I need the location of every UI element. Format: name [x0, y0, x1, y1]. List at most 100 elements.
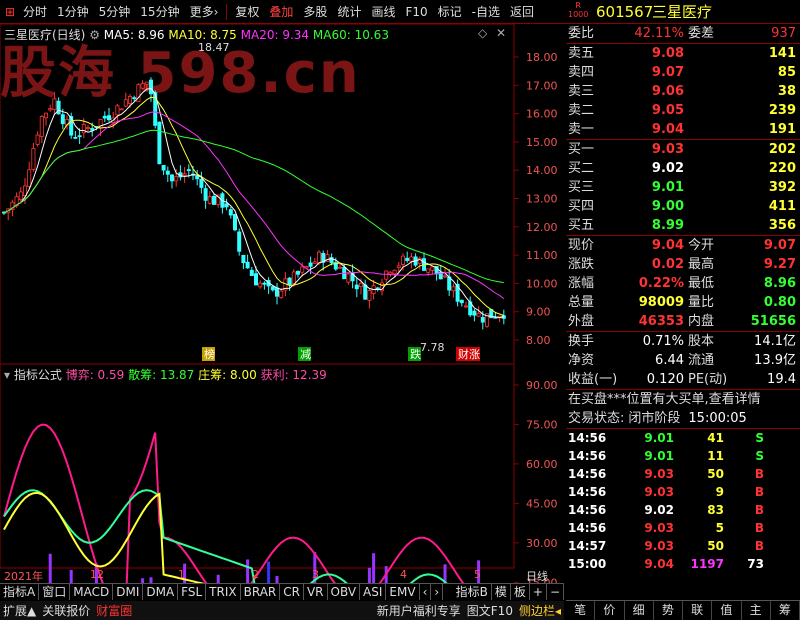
candle-body	[409, 256, 414, 262]
tab-15min[interactable]: 15分钟	[135, 0, 184, 24]
draw-line-button[interactable]: 画线	[366, 0, 400, 24]
indicator-tab[interactable]: MACD	[70, 584, 114, 600]
candle-body	[161, 165, 166, 171]
right-tab[interactable]: 主	[742, 601, 771, 620]
trade-status: 交易状态: 闭市阶段 15:00:05	[568, 411, 747, 426]
indicator-tab[interactable]: 板	[511, 584, 530, 600]
wealth-circle-button[interactable]: 财富圈	[93, 602, 135, 620]
expand-button[interactable]: 扩展▲	[0, 602, 39, 620]
bottom-bar: 扩展▲ 关联报价 财富圈 新用户福利专享 图文F10 侧边栏◂	[0, 601, 564, 620]
sanchou-value: 散筹: 13.87	[128, 368, 195, 382]
indicator-tab[interactable]: 指标A	[0, 584, 40, 600]
right-tab[interactable]: 细	[625, 601, 654, 620]
candle-body	[476, 312, 481, 317]
x-axis: 2021年 12 1 2 3 4 5 日线	[0, 568, 564, 584]
indicator-title[interactable]: 指标公式	[14, 368, 62, 382]
right-tab[interactable]: 值	[712, 601, 742, 620]
candle-body	[337, 266, 342, 269]
x-label-may: 5	[474, 568, 481, 581]
candle-body	[270, 286, 275, 291]
back-button[interactable]: 返回	[505, 0, 539, 24]
indicator-tab[interactable]: 指标B	[453, 584, 492, 600]
right-tab[interactable]: 势	[654, 601, 683, 620]
stat-row: 涨幅 0.22% 最低 8.96	[568, 276, 796, 291]
indicator-legend: ▾ 指标公式 博弈: 0.59 散筹: 13.87 庄筹: 8.00 获利: 1…	[4, 366, 327, 383]
indicator-plot	[3, 423, 481, 583]
indicator-tab[interactable]: BRAR	[241, 584, 281, 600]
ind-label: 60.00	[526, 458, 558, 471]
ma60-value: MA60: 10.63	[312, 28, 389, 42]
candle-body	[199, 178, 204, 188]
overlay-button[interactable]: 叠加	[264, 0, 298, 24]
indicator-tab[interactable]: −	[547, 584, 564, 600]
fundamental-stats: 换手 0.71% 股本 14.1亿 净资 6.44 流通 13.9亿 收益(一) 0.120 PE(…	[566, 332, 800, 390]
chart-title: 三星医疗(日线)	[4, 28, 86, 42]
event-badge-label: 榜	[204, 347, 215, 361]
candle-body	[463, 305, 468, 308]
right-tab[interactable]: 联	[683, 601, 713, 620]
right-tab[interactable]: 价	[595, 601, 625, 620]
dropdown-icon[interactable]: ▾	[4, 368, 10, 382]
candle-body	[451, 286, 456, 292]
app-logo-icon[interactable]: ⊞	[0, 0, 18, 24]
indicator-tab[interactable]: FSL	[178, 584, 207, 600]
ma5-value: MA5: 8.96	[103, 28, 165, 42]
ind-label: 30.00	[526, 537, 558, 550]
candle-body	[354, 284, 359, 290]
f10-button[interactable]: F10	[400, 0, 432, 24]
ma10-value: MA10: 8.75	[168, 28, 237, 42]
indicator-tab[interactable]: +	[530, 584, 547, 600]
close-icon[interactable]: ✕	[496, 26, 506, 40]
multi-stock-button[interactable]: 多股	[298, 0, 332, 24]
candle-body	[426, 268, 431, 273]
indicator-tab[interactable]: VR	[304, 584, 328, 600]
diamond-icon[interactable]: ◇	[478, 26, 487, 40]
more-button[interactable]: 更多›	[185, 0, 224, 24]
kline-chart[interactable]: 18.0017.0016.0015.0014.0013.0012.0011.00…	[0, 24, 564, 583]
ma5-line	[3, 87, 504, 319]
remove-watchlist-button[interactable]: -自选	[467, 0, 505, 24]
indicator-tab[interactable]: ›	[431, 584, 444, 600]
mark-button[interactable]: 标记	[433, 0, 467, 24]
candle-body	[253, 273, 258, 286]
right-tab[interactable]: 筹	[771, 601, 800, 620]
buy-orders: 买一 9.03 202 买二 9.02 220 买三 9.01 392 买四 9.00 411 买五 8.…	[566, 140, 800, 236]
indicator-tabs: 指标A 窗口 MACD DMI DMA FSL TRIX BRAR CR VR OBV ASI EMV ‹…	[0, 583, 564, 600]
big-order-notice[interactable]: 在买盘***位置有大买单,查看详情	[566, 390, 800, 409]
indicator-tab[interactable]: ASI	[360, 584, 387, 600]
candle-body	[232, 214, 237, 231]
f10-graphic-button[interactable]: 图文F10	[464, 602, 516, 620]
new-user-promo-link[interactable]: 新用户福利专享	[374, 602, 464, 620]
indicator-tab[interactable]: ‹	[420, 584, 432, 600]
indicator-tab[interactable]: DMI	[113, 584, 144, 600]
candle-body	[169, 174, 174, 182]
settings-icon[interactable]: ⚙	[89, 28, 100, 42]
indicator-tab[interactable]: EMV	[386, 584, 420, 600]
stat-row: 现价 9.04 今开 9.07	[568, 238, 796, 253]
ma60-line	[3, 129, 504, 284]
indicator-tab[interactable]: CR	[280, 584, 304, 600]
indicator-tab[interactable]: OBV	[328, 584, 361, 600]
tab-1min[interactable]: 1分钟	[52, 0, 94, 24]
candle-body	[35, 134, 40, 145]
tab-fenshi[interactable]: 分时	[18, 0, 52, 24]
fuquan-button[interactable]: 复权	[230, 0, 264, 24]
indicator-tab[interactable]: 窗口	[39, 584, 71, 600]
sidebar-toggle-button[interactable]: 侧边栏◂	[516, 602, 564, 620]
stats-button[interactable]: 统计	[332, 0, 366, 24]
indicator-tab[interactable]: 模	[492, 584, 511, 600]
period-label[interactable]: 日线	[526, 568, 548, 584]
candle-body	[127, 96, 132, 104]
tab-5min[interactable]: 5分钟	[94, 0, 136, 24]
zhuangchou-value: 庄筹: 8.00	[198, 368, 257, 382]
related-quotes-button[interactable]: 关联报价	[39, 602, 93, 620]
bopan-value: 博弈: 0.59	[65, 368, 125, 382]
event-badge-label: 跌	[410, 347, 421, 361]
price-label: 18.00	[526, 51, 558, 64]
event-badge-label: 财涨	[458, 347, 480, 361]
tick-row: 14:56 9.03 5 B	[568, 521, 764, 535]
toolbar-divider	[226, 3, 228, 20]
indicator-tab[interactable]: DMA	[143, 584, 179, 600]
right-tab[interactable]: 笔	[566, 601, 596, 620]
indicator-tab[interactable]: TRIX	[206, 584, 241, 600]
